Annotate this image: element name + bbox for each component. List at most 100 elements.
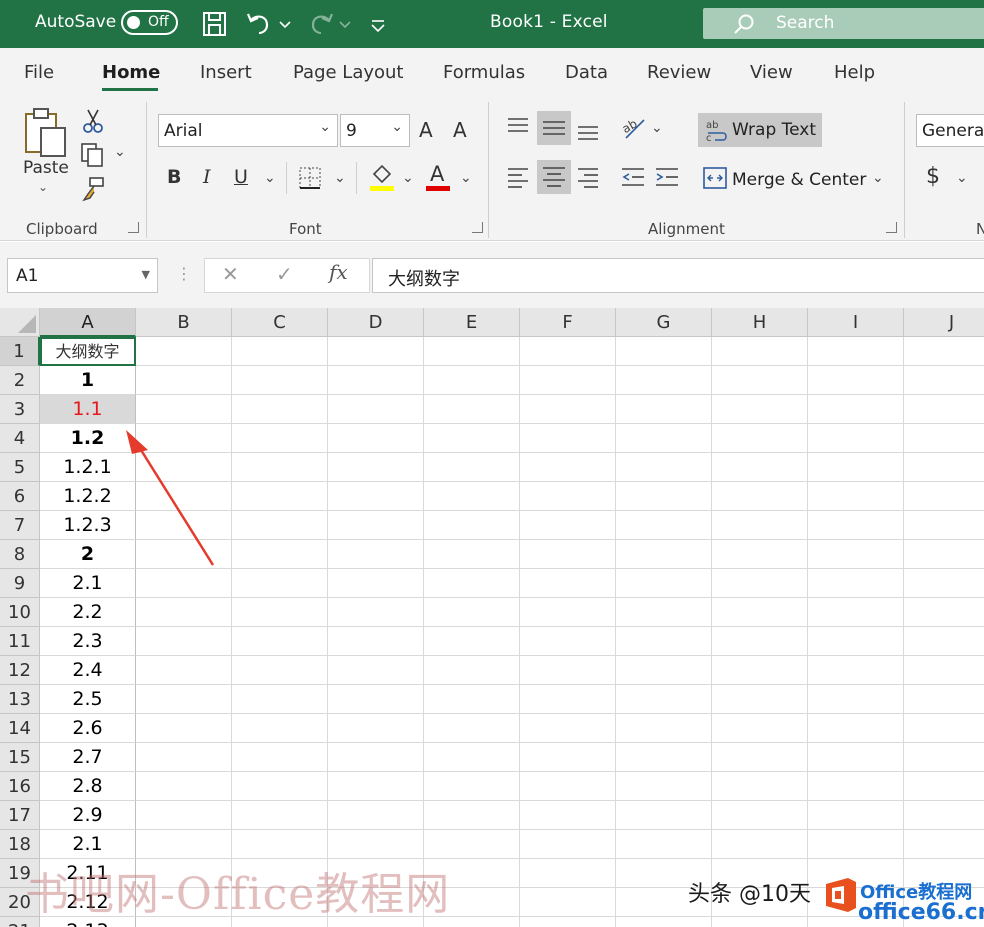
- cell-e18[interactable]: [424, 830, 520, 859]
- cell-f19[interactable]: [520, 859, 616, 888]
- cell-f14[interactable]: [520, 714, 616, 743]
- name-box[interactable]: A1 ▼: [7, 258, 158, 293]
- row-header[interactable]: 3: [0, 395, 40, 424]
- font-name-combo[interactable]: Arial ⌄: [158, 114, 338, 147]
- cell-h7[interactable]: [712, 511, 808, 540]
- cell-h18[interactable]: [712, 830, 808, 859]
- row-header[interactable]: 8: [0, 540, 40, 569]
- autosave-toggle[interactable]: Off: [121, 10, 178, 35]
- cell-i3[interactable]: [808, 395, 904, 424]
- wrap-text-button[interactable]: ab c Wrap Text: [698, 113, 822, 147]
- cell-a3[interactable]: 1.1: [40, 395, 136, 424]
- middle-align-button[interactable]: [537, 111, 571, 145]
- row-header[interactable]: 15: [0, 743, 40, 772]
- row-header[interactable]: 9: [0, 569, 40, 598]
- cell-e4[interactable]: [424, 424, 520, 453]
- column-header-g[interactable]: G: [616, 308, 712, 337]
- column-header-e[interactable]: E: [424, 308, 520, 337]
- cell-f5[interactable]: [520, 453, 616, 482]
- undo-icon[interactable]: [245, 10, 275, 38]
- cell-j11[interactable]: [904, 627, 984, 656]
- paste-label[interactable]: Paste: [23, 158, 69, 178]
- merge-center-label[interactable]: Merge & Center: [732, 170, 866, 190]
- cell-e16[interactable]: [424, 772, 520, 801]
- cell-f4[interactable]: [520, 424, 616, 453]
- merge-dropdown-icon[interactable]: ⌄: [872, 170, 884, 186]
- cell-b3[interactable]: [136, 395, 232, 424]
- tab-formulas[interactable]: Formulas: [443, 62, 525, 83]
- cell-e8[interactable]: [424, 540, 520, 569]
- cell-h15[interactable]: [712, 743, 808, 772]
- cell-h11[interactable]: [712, 627, 808, 656]
- cell-i11[interactable]: [808, 627, 904, 656]
- cell-g15[interactable]: [616, 743, 712, 772]
- cell-c9[interactable]: [232, 569, 328, 598]
- cell-h16[interactable]: [712, 772, 808, 801]
- cell-i13[interactable]: [808, 685, 904, 714]
- cell-b10[interactable]: [136, 598, 232, 627]
- cell-c1[interactable]: [232, 337, 328, 366]
- cell-e10[interactable]: [424, 598, 520, 627]
- cell-f12[interactable]: [520, 656, 616, 685]
- tab-home[interactable]: Home: [102, 62, 160, 83]
- row-header[interactable]: 13: [0, 685, 40, 714]
- cell-d3[interactable]: [328, 395, 424, 424]
- cell-b14[interactable]: [136, 714, 232, 743]
- column-header-c[interactable]: C: [232, 308, 328, 337]
- cell-j17[interactable]: [904, 801, 984, 830]
- cell-i18[interactable]: [808, 830, 904, 859]
- tab-data[interactable]: Data: [565, 62, 608, 83]
- cell-d6[interactable]: [328, 482, 424, 511]
- column-header-b[interactable]: B: [136, 308, 232, 337]
- column-header-f[interactable]: F: [520, 308, 616, 337]
- worksheet-grid[interactable]: ABCDEFGHIJ 1 大纲数字 2 1 3 1.1 4 1.2 5 1.2.1 6 1.2.2 7 1…: [0, 308, 984, 927]
- format-painter-icon[interactable]: [80, 176, 106, 202]
- cell-f7[interactable]: [520, 511, 616, 540]
- tab-review[interactable]: Review: [647, 62, 711, 83]
- cell-c14[interactable]: [232, 714, 328, 743]
- cell-g5[interactable]: [616, 453, 712, 482]
- cell-i14[interactable]: [808, 714, 904, 743]
- cell-h6[interactable]: [712, 482, 808, 511]
- copy-icon[interactable]: [80, 142, 106, 168]
- cell-f3[interactable]: [520, 395, 616, 424]
- cell-g1[interactable]: [616, 337, 712, 366]
- column-header-i[interactable]: I: [808, 308, 904, 337]
- cell-g14[interactable]: [616, 714, 712, 743]
- cell-h9[interactable]: [712, 569, 808, 598]
- column-header-h[interactable]: H: [712, 308, 808, 337]
- cut-icon[interactable]: [82, 108, 104, 134]
- copy-dropdown-icon[interactable]: ⌄: [114, 144, 126, 160]
- cell-a15[interactable]: 2.7: [40, 743, 136, 772]
- cell-h3[interactable]: [712, 395, 808, 424]
- row-header[interactable]: 18: [0, 830, 40, 859]
- align-center-button[interactable]: [537, 160, 571, 194]
- tab-page-layout[interactable]: Page Layout: [293, 62, 404, 83]
- cell-h5[interactable]: [712, 453, 808, 482]
- cell-d1[interactable]: [328, 337, 424, 366]
- cell-c7[interactable]: [232, 511, 328, 540]
- cell-e17[interactable]: [424, 801, 520, 830]
- cell-d10[interactable]: [328, 598, 424, 627]
- cell-g4[interactable]: [616, 424, 712, 453]
- cell-i12[interactable]: [808, 656, 904, 685]
- cell-i1[interactable]: [808, 337, 904, 366]
- cell-j2[interactable]: [904, 366, 984, 395]
- cell-j10[interactable]: [904, 598, 984, 627]
- row-header[interactable]: 10: [0, 598, 40, 627]
- tab-file[interactable]: File: [24, 62, 54, 83]
- borders-dropdown-icon[interactable]: ⌄: [334, 170, 346, 186]
- cell-b16[interactable]: [136, 772, 232, 801]
- cell-c13[interactable]: [232, 685, 328, 714]
- cell-c4[interactable]: [232, 424, 328, 453]
- cell-j8[interactable]: [904, 540, 984, 569]
- cell-c16[interactable]: [232, 772, 328, 801]
- row-header[interactable]: 11: [0, 627, 40, 656]
- decrease-indent-icon[interactable]: [620, 166, 646, 188]
- cell-c12[interactable]: [232, 656, 328, 685]
- row-header[interactable]: 6: [0, 482, 40, 511]
- cell-i16[interactable]: [808, 772, 904, 801]
- font-color-dropdown-icon[interactable]: ⌄: [460, 170, 472, 186]
- enter-icon[interactable]: ✓: [276, 262, 293, 286]
- cell-f17[interactable]: [520, 801, 616, 830]
